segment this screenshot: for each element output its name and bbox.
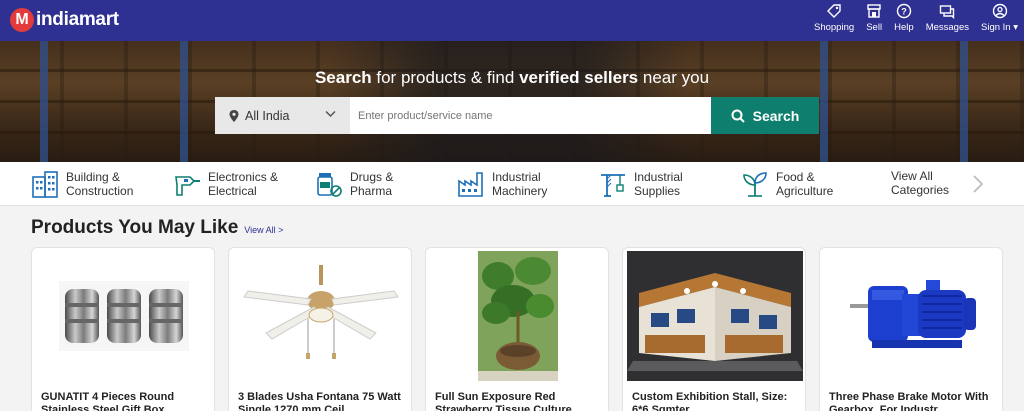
hero-title: Search for products & find verified sell… — [0, 68, 1024, 88]
indiamart-logo[interactable]: M indiamart — [10, 8, 119, 32]
category-label-line2: Agriculture — [776, 184, 834, 198]
hero-title-mid: for products & find — [371, 68, 520, 87]
product-image — [820, 248, 1002, 383]
category-label-line2: Supplies — [634, 184, 681, 198]
view-all-link[interactable]: View All > — [244, 225, 283, 235]
ceiling-fan-image — [243, 264, 399, 359]
tag-icon — [827, 4, 841, 18]
chevron-down-icon: ▾ — [1013, 22, 1018, 33]
shelf-rack — [180, 41, 188, 162]
product-image — [229, 248, 411, 383]
category-label-line1: Industrial — [492, 170, 541, 184]
product-name: 3 Blades Usha Fontana 75 Watt Single 127… — [238, 391, 401, 411]
search-input[interactable] — [350, 97, 711, 134]
category-building-construction[interactable]: Building & Construction — [30, 169, 133, 199]
category-label-line1: Electronics & — [208, 170, 279, 184]
location-value: All India — [245, 108, 290, 123]
hero-title-end: near you — [638, 68, 710, 87]
crane-icon — [601, 174, 625, 197]
logo-mark: M — [10, 8, 34, 32]
brake-motor-image — [850, 279, 976, 348]
product-name: Three Phase Brake Motor With Gearbox, Fo… — [829, 391, 989, 411]
category-label-line2: Electrical — [208, 184, 257, 198]
nav-sell-label: Sell — [866, 22, 883, 33]
nav-shopping-label: Shopping — [813, 22, 855, 33]
hero-title-verified: verified sellers — [519, 68, 639, 87]
product-card[interactable]: Custom Exhibition Stall, Size: 6*6 Sqmte… — [622, 247, 806, 411]
category-view-all[interactable]: View All Categories — [891, 169, 949, 197]
top-navbar: M indiamart Shopping Sell ? Help Message… — [0, 0, 1024, 41]
store-icon — [867, 4, 881, 18]
search-button[interactable]: Search — [711, 97, 819, 134]
shelf-rack — [40, 41, 48, 162]
category-label-line1: Drugs & — [350, 170, 394, 184]
category-bar: Building & Construction Electronics & El… — [0, 162, 1024, 206]
exhibition-stall-image — [627, 250, 803, 381]
products-title: Products You May Like — [31, 217, 239, 238]
search-box: All India Search — [215, 97, 819, 134]
factory-icon — [458, 172, 483, 197]
hero-title-search: Search — [314, 68, 372, 87]
nav-sign-in[interactable]: Sign In ▾ — [981, 3, 1018, 33]
nav-messages[interactable]: Messages — [926, 3, 969, 33]
category-label-line2: Categories — [891, 183, 950, 197]
product-image — [426, 248, 608, 383]
product-name: GUNATIT 4 Pieces Round Stainless Steel G… — [41, 391, 175, 411]
strawberry-plant-image — [478, 250, 558, 381]
product-card[interactable]: 3 Blades Usha Fontana 75 Watt Single 127… — [228, 247, 412, 411]
header-nav: Shopping Sell ? Help Messages Sign In ▾ — [802, 3, 1018, 33]
nav-shopping[interactable]: Shopping — [814, 3, 854, 33]
product-card[interactable]: Full Sun Exposure Red Strawberry Tissue … — [425, 247, 609, 411]
location-select[interactable]: All India — [215, 97, 350, 134]
nav-sell[interactable]: Sell — [866, 3, 882, 33]
category-label-line1: View All — [891, 169, 933, 183]
search-icon — [731, 109, 745, 123]
shelf-rack — [820, 41, 828, 162]
product-image — [32, 248, 214, 383]
product-name: Custom Exhibition Stall, Size: 6*6 Sqmte… — [632, 391, 788, 411]
chevron-right-icon[interactable] — [972, 174, 984, 194]
category-electronics-electrical[interactable]: Electronics & Electrical — [172, 169, 278, 199]
help-icon: ? — [896, 3, 912, 19]
plant-icon — [743, 172, 767, 197]
shelf-rack — [960, 41, 968, 162]
product-name: Full Sun Exposure Red Strawberry Tissue … — [435, 391, 572, 411]
product-card[interactable]: GUNATIT 4 Pieces Round Stainless Steel G… — [31, 247, 215, 411]
product-image — [623, 248, 805, 383]
category-label-line2: Construction — [66, 184, 134, 198]
category-drugs-pharma[interactable]: Drugs & Pharma — [314, 169, 393, 199]
category-label-line1: Food & — [776, 170, 815, 184]
steel-boxes-image — [59, 280, 189, 351]
user-icon — [992, 3, 1007, 19]
svg-text:?: ? — [901, 7, 907, 17]
products-header: Products You May Like View All > — [31, 217, 283, 239]
category-label-line1: Industrial — [634, 170, 683, 184]
search-button-label: Search — [752, 107, 800, 124]
messages-icon — [940, 5, 955, 19]
medicine-icon — [317, 173, 342, 197]
nav-help-label: Help — [894, 22, 914, 33]
logo-text: indiamart — [36, 9, 119, 30]
category-industrial-machinery[interactable]: Industrial Machinery — [456, 169, 547, 199]
hero-banner: Search for products & find verified sell… — [0, 41, 1024, 162]
category-label-line1: Building & — [66, 170, 121, 184]
category-industrial-supplies[interactable]: Industrial Supplies — [598, 169, 683, 199]
category-food-agriculture[interactable]: Food & Agriculture — [740, 169, 833, 199]
drill-icon — [175, 176, 200, 196]
nav-messages-label: Messages — [925, 22, 969, 33]
building-icon — [32, 171, 58, 198]
nav-help[interactable]: ? Help — [894, 3, 914, 33]
nav-sign-in-label: Sign In — [981, 22, 1011, 33]
product-card[interactable]: Three Phase Brake Motor With Gearbox, Fo… — [819, 247, 1003, 411]
category-label-line2: Machinery — [492, 184, 548, 198]
category-label-line2: Pharma — [350, 184, 393, 198]
chevron-down-icon — [325, 110, 336, 118]
location-pin-icon — [229, 109, 239, 122]
